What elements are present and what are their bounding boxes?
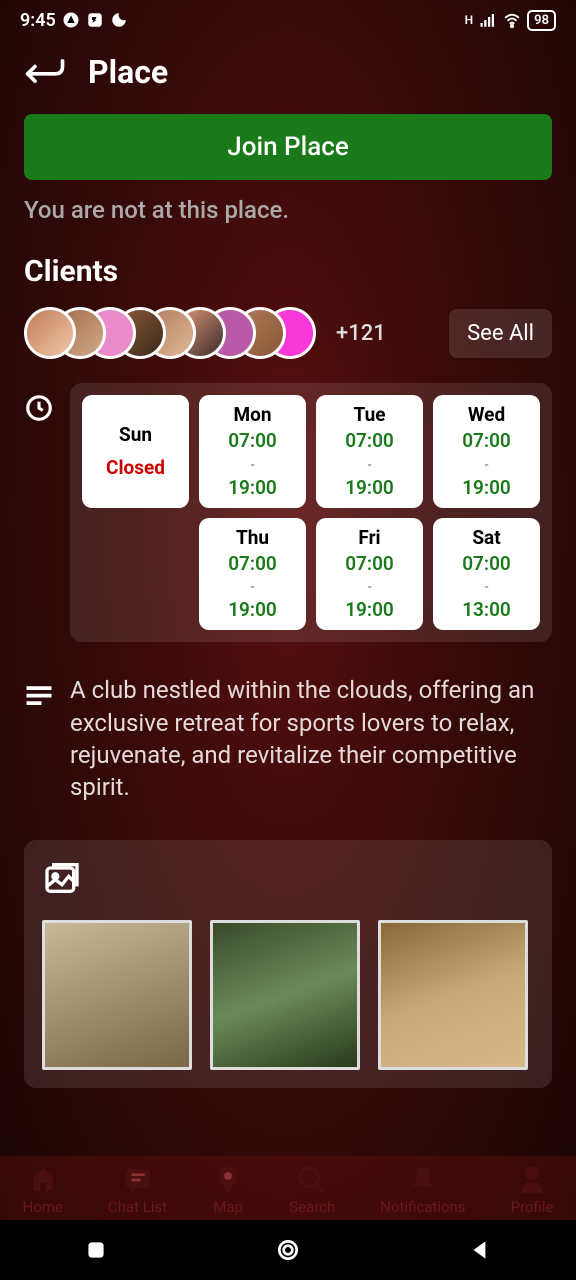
dnd-icon bbox=[110, 11, 128, 29]
day-name: Mon bbox=[203, 403, 302, 426]
day-name: Thu bbox=[203, 526, 302, 549]
time-sep: - bbox=[203, 579, 302, 595]
see-all-button[interactable]: See All bbox=[449, 309, 552, 358]
not-at-place-text: You are not at this place. bbox=[24, 196, 552, 224]
day-name: Tue bbox=[320, 403, 419, 426]
day-mon: Mon 07:00 - 19:00 bbox=[199, 395, 306, 508]
open-time: 07:00 bbox=[203, 430, 302, 453]
gallery-icon bbox=[42, 858, 534, 902]
join-place-button[interactable]: Join Place bbox=[24, 114, 552, 180]
description-section: A club nestled within the clouds, offeri… bbox=[24, 674, 552, 804]
bottom-nav: Home Chat List Map Search Notifications … bbox=[0, 1156, 576, 1220]
nav-label: Chat List bbox=[108, 1198, 167, 1216]
hours-section: Sun Closed Mon 07:00 - 19:00 Tue 07:00 -… bbox=[24, 383, 552, 642]
clients-section-title: Clients bbox=[24, 254, 552, 289]
day-name: Sat bbox=[437, 526, 536, 549]
nav-notifications[interactable]: Notifications bbox=[380, 1164, 465, 1216]
close-time: 19:00 bbox=[203, 599, 302, 622]
status-right: H 98 bbox=[465, 10, 556, 31]
day-thu: Thu 07:00 - 19:00 bbox=[199, 518, 306, 631]
gallery-image[interactable] bbox=[378, 920, 528, 1070]
nav-search[interactable]: Search bbox=[289, 1164, 335, 1216]
day-tue: Tue 07:00 - 19:00 bbox=[316, 395, 423, 508]
nav-chat-list[interactable]: Chat List bbox=[108, 1164, 167, 1216]
closed-label: Closed bbox=[86, 456, 185, 479]
status-bar: 9:45 H 98 bbox=[0, 0, 576, 40]
close-time: 19:00 bbox=[203, 477, 302, 500]
network-type: H bbox=[465, 13, 474, 27]
battery-level: 98 bbox=[534, 13, 549, 28]
hours-card: Sun Closed Mon 07:00 - 19:00 Tue 07:00 -… bbox=[70, 383, 552, 642]
nav-profile[interactable]: Profile bbox=[511, 1164, 554, 1216]
day-sun: Sun Closed bbox=[82, 395, 189, 508]
nav-label: Map bbox=[213, 1198, 243, 1216]
gallery-image[interactable] bbox=[42, 920, 192, 1070]
status-time: 9:45 bbox=[20, 10, 56, 31]
open-time: 07:00 bbox=[437, 553, 536, 576]
description-icon bbox=[24, 680, 54, 714]
status-left: 9:45 bbox=[20, 10, 128, 31]
status-app-icon-2 bbox=[86, 11, 104, 29]
close-time: 19:00 bbox=[320, 477, 419, 500]
gallery-row bbox=[42, 920, 534, 1070]
open-time: 07:00 bbox=[320, 553, 419, 576]
sys-home-button[interactable] bbox=[275, 1237, 301, 1263]
gallery-image[interactable] bbox=[210, 920, 360, 1070]
signal-icon bbox=[479, 11, 497, 29]
client-avatars[interactable] bbox=[24, 307, 316, 359]
sys-back-button[interactable] bbox=[467, 1237, 493, 1263]
close-time: 13:00 bbox=[437, 599, 536, 622]
close-time: 19:00 bbox=[437, 477, 536, 500]
avatar[interactable] bbox=[24, 307, 76, 359]
app-header: Place bbox=[0, 40, 576, 114]
day-name: Sun bbox=[86, 423, 185, 446]
sys-recent-button[interactable] bbox=[83, 1237, 109, 1263]
nav-label: Search bbox=[289, 1198, 335, 1216]
wifi-icon bbox=[503, 11, 521, 29]
open-time: 07:00 bbox=[437, 430, 536, 453]
description-text: A club nestled within the clouds, offeri… bbox=[70, 674, 552, 804]
page-title: Place bbox=[88, 53, 168, 91]
time-sep: - bbox=[320, 579, 419, 595]
day-name: Fri bbox=[320, 526, 419, 549]
close-time: 19:00 bbox=[320, 599, 419, 622]
day-name: Wed bbox=[437, 403, 536, 426]
empty-cell bbox=[82, 518, 189, 631]
system-nav bbox=[0, 1220, 576, 1280]
open-time: 07:00 bbox=[203, 553, 302, 576]
nav-label: Home bbox=[23, 1198, 63, 1216]
back-button[interactable] bbox=[24, 50, 68, 94]
day-fri: Fri 07:00 - 19:00 bbox=[316, 518, 423, 631]
clients-more-count: +121 bbox=[336, 321, 386, 346]
nav-label: Notifications bbox=[380, 1198, 465, 1216]
time-sep: - bbox=[437, 457, 536, 473]
battery-indicator: 98 bbox=[527, 10, 556, 31]
hours-grid: Sun Closed Mon 07:00 - 19:00 Tue 07:00 -… bbox=[82, 395, 540, 630]
status-app-icon-1 bbox=[62, 11, 80, 29]
day-sat: Sat 07:00 - 13:00 bbox=[433, 518, 540, 631]
open-time: 07:00 bbox=[320, 430, 419, 453]
time-sep: - bbox=[437, 579, 536, 595]
day-wed: Wed 07:00 - 19:00 bbox=[433, 395, 540, 508]
time-sep: - bbox=[203, 457, 302, 473]
clients-row: +121 See All bbox=[24, 307, 552, 359]
time-sep: - bbox=[320, 457, 419, 473]
nav-label: Profile bbox=[511, 1198, 554, 1216]
clock-icon bbox=[24, 393, 54, 423]
nav-home[interactable]: Home bbox=[23, 1164, 63, 1216]
nav-map[interactable]: Map bbox=[212, 1164, 244, 1216]
gallery-card bbox=[24, 840, 552, 1088]
content: Join Place You are not at this place. Cl… bbox=[0, 114, 576, 1156]
